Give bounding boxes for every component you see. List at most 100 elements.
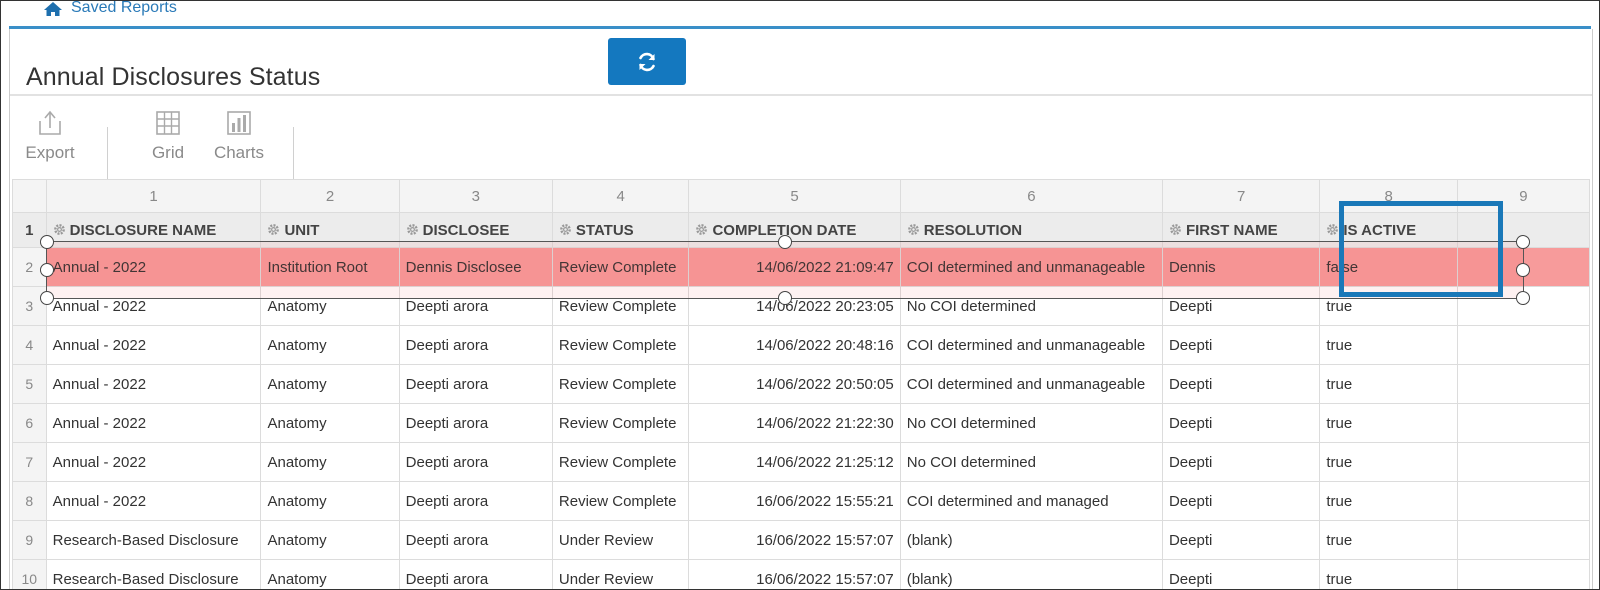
table-cell[interactable]: Deepti arora — [398, 325, 553, 365]
table-cell[interactable]: 14/06/2022 20:23:05 — [688, 286, 901, 326]
table-cell[interactable]: Deepti — [1161, 520, 1321, 560]
column-number[interactable]: 4 — [551, 179, 690, 213]
table-cell[interactable]: Annual - 2022 — [45, 364, 262, 404]
table-cell[interactable]: Review Complete — [551, 286, 690, 326]
gear-icon[interactable] — [406, 223, 419, 236]
table-cell[interactable]: Anatomy — [260, 481, 400, 521]
table-cell[interactable]: Under Review — [551, 520, 690, 560]
table-cell[interactable]: 14/06/2022 20:50:05 — [688, 364, 901, 404]
table-cell[interactable]: Deepti — [1161, 286, 1321, 326]
table-cell[interactable]: Anatomy — [260, 403, 400, 443]
table-cell[interactable]: No COI determined — [899, 442, 1163, 482]
column-number[interactable]: 6 — [899, 179, 1163, 213]
row-number[interactable]: 8 — [12, 481, 47, 521]
table-row[interactable]: 9 Research-Based Disclosure Anatomy Deepti … — [12, 520, 1590, 560]
gear-icon[interactable] — [907, 223, 920, 236]
table-row[interactable]: 4 Annual - 2022 Anatomy Deepti arora Review … — [12, 325, 1590, 365]
breadcrumb-saved-reports[interactable]: Saved Reports — [71, 1, 177, 16]
table-cell[interactable]: Annual - 2022 — [45, 325, 262, 365]
table-row[interactable]: 7 Annual - 2022 Anatomy Deepti arora Review … — [12, 442, 1590, 482]
table-cell[interactable]: true — [1319, 559, 1458, 589]
table-cell[interactable]: true — [1319, 364, 1458, 404]
table-cell[interactable]: Deepti arora — [398, 481, 553, 521]
table-cell[interactable]: Anatomy — [260, 286, 400, 326]
row-number[interactable]: 10 — [12, 559, 47, 589]
column-header-status[interactable]: STATUS — [551, 212, 690, 248]
table-cell[interactable]: true — [1319, 442, 1458, 482]
table-cell[interactable]: Deepti — [1161, 325, 1321, 365]
table-cell[interactable]: true — [1319, 403, 1458, 443]
table-cell[interactable]: Deepti arora — [398, 442, 553, 482]
table-cell[interactable]: Annual - 2022 — [45, 481, 262, 521]
table-cell[interactable]: true — [1319, 520, 1458, 560]
column-header-completion-date[interactable]: COMPLETION DATE — [688, 212, 901, 248]
column-number[interactable]: 5 — [688, 179, 901, 213]
refresh-button[interactable] — [608, 38, 686, 85]
table-cell[interactable]: Anatomy — [260, 559, 400, 589]
table-cell[interactable]: Dennis Disclosee — [398, 247, 553, 287]
table-cell[interactable]: 16/06/2022 15:57:07 — [688, 520, 901, 560]
table-cell[interactable]: Research-Based Disclosure — [45, 520, 262, 560]
table-cell[interactable]: Review Complete — [551, 247, 690, 287]
table-cell[interactable]: COI determined and unmanageable — [899, 247, 1163, 287]
table-cell[interactable]: true — [1319, 481, 1458, 521]
table-cell[interactable]: 14/06/2022 21:09:47 — [688, 247, 901, 287]
table-cell[interactable]: COI determined and unmanageable — [899, 364, 1163, 404]
table-cell[interactable]: 14/06/2022 21:22:30 — [688, 403, 901, 443]
column-header-is-active[interactable]: IS ACTIVE — [1319, 212, 1458, 248]
table-cell[interactable]: false — [1319, 247, 1458, 287]
column-number[interactable]: 2 — [260, 179, 400, 213]
table-cell[interactable]: Research-Based Disclosure — [45, 559, 262, 589]
table-cell[interactable]: Review Complete — [551, 403, 690, 443]
table-cell[interactable]: true — [1319, 286, 1458, 326]
row-number[interactable]: 9 — [12, 520, 47, 560]
table-cell[interactable]: Deepti — [1161, 403, 1321, 443]
table-cell[interactable]: Annual - 2022 — [45, 442, 262, 482]
column-number[interactable]: 8 — [1319, 179, 1458, 213]
table-cell[interactable]: Deepti arora — [398, 364, 553, 404]
export-button[interactable]: Export — [20, 109, 80, 163]
table-cell[interactable]: Deepti — [1161, 559, 1321, 589]
table-cell[interactable]: 14/06/2022 21:25:12 — [688, 442, 901, 482]
row-number[interactable]: 3 — [12, 286, 47, 326]
table-row[interactable]: 10 Research-Based Disclosure Anatomy Deepti… — [12, 559, 1590, 589]
table-cell[interactable]: No COI determined — [899, 286, 1163, 326]
table-cell[interactable]: Anatomy — [260, 325, 400, 365]
gear-icon[interactable] — [1169, 223, 1182, 236]
table-cell[interactable]: Annual - 2022 — [45, 247, 262, 287]
table-row[interactable]: 2 Annual - 2022 Institution Root Dennis Dis… — [12, 247, 1590, 287]
table-cell[interactable]: Anatomy — [260, 442, 400, 482]
table-cell[interactable]: Anatomy — [260, 520, 400, 560]
table-cell[interactable]: Institution Root — [260, 247, 400, 287]
column-number[interactable]: 7 — [1161, 179, 1321, 213]
table-cell[interactable]: Deepti — [1161, 364, 1321, 404]
table-cell[interactable]: 16/06/2022 15:55:21 — [688, 481, 901, 521]
gear-icon[interactable] — [1326, 223, 1339, 236]
table-cell[interactable]: Annual - 2022 — [45, 286, 262, 326]
table-row[interactable]: 5 Annual - 2022 Anatomy Deepti arora Review … — [12, 364, 1590, 404]
table-cell[interactable]: Review Complete — [551, 364, 690, 404]
table-cell[interactable]: Deepti arora — [398, 403, 553, 443]
table-cell[interactable]: (blank) — [899, 520, 1163, 560]
table-cell[interactable]: Deepti arora — [398, 559, 553, 589]
table-cell[interactable]: Deepti arora — [398, 286, 553, 326]
table-cell[interactable]: COI determined and managed — [899, 481, 1163, 521]
column-number[interactable]: 1 — [45, 179, 262, 213]
row-number[interactable]: 5 — [12, 364, 47, 404]
row-number[interactable]: 6 — [12, 403, 47, 443]
table-cell[interactable]: No COI determined — [899, 403, 1163, 443]
row-number[interactable]: 7 — [12, 442, 47, 482]
row-number[interactable]: 2 — [12, 247, 47, 287]
table-row[interactable]: 8 Annual - 2022 Anatomy Deepti arora Review … — [12, 481, 1590, 521]
column-header-resolution[interactable]: RESOLUTION — [899, 212, 1163, 248]
charts-button[interactable]: Charts — [209, 109, 269, 163]
row-number[interactable]: 1 — [12, 212, 47, 248]
table-cell[interactable]: Deepti — [1161, 481, 1321, 521]
table-cell[interactable]: Deepti arora — [398, 520, 553, 560]
table-cell[interactable]: Dennis — [1161, 247, 1321, 287]
gear-icon[interactable] — [559, 223, 572, 236]
column-header-disclosure-name[interactable]: DISCLOSURE NAME — [45, 212, 262, 248]
table-row[interactable]: 6 Annual - 2022 Anatomy Deepti arora Review … — [12, 403, 1590, 443]
table-cell[interactable]: 14/06/2022 20:48:16 — [688, 325, 901, 365]
table-cell[interactable]: Under Review — [551, 559, 690, 589]
